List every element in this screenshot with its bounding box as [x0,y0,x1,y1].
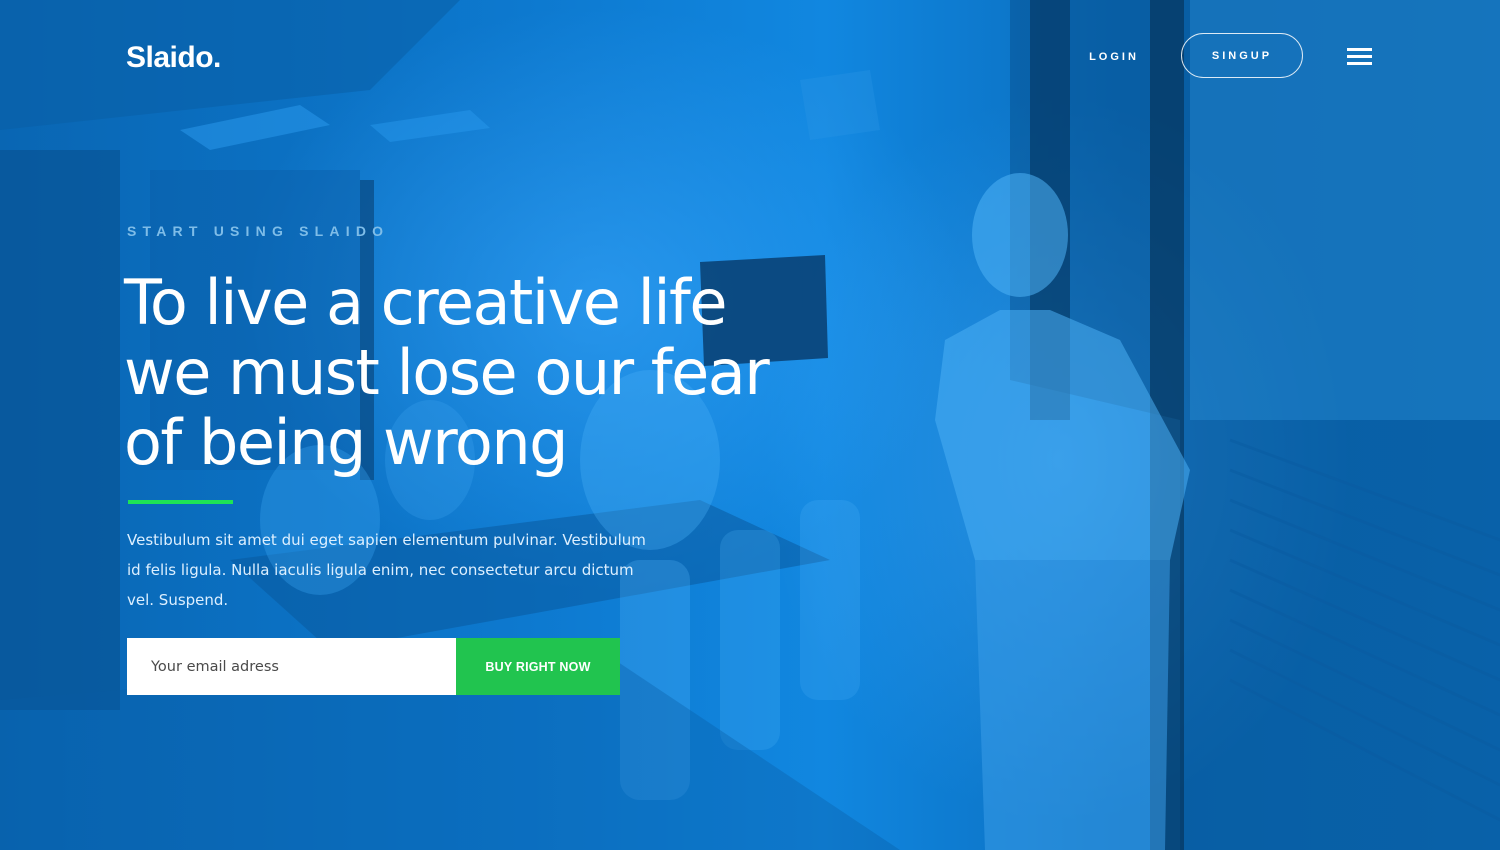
hamburger-menu-icon[interactable] [1347,46,1373,68]
headline-line: of being wrong [124,406,568,479]
hero-intro-text: Vestibulum sit amet dui eget sapien elem… [127,531,646,609]
signup-button[interactable]: SINGUP [1181,33,1303,78]
buy-right-now-button[interactable]: BUY RIGHT NOW [456,638,620,695]
login-link[interactable]: LOGIN [1072,47,1156,67]
headline-line: To live a creative life [124,266,728,339]
hero-headline: To live a creative life we must lose our… [124,268,884,478]
headline-line: we must lose our fear [124,336,770,409]
brand-logo[interactable]: Slaido. [126,40,221,76]
menu-bar [1347,62,1372,65]
menu-bar [1347,48,1372,51]
email-input[interactable] [127,638,456,695]
menu-bar [1347,55,1372,58]
accent-divider [128,500,233,504]
email-signup-form: BUY RIGHT NOW [127,638,620,695]
hero-eyebrow: START USING SLAIDO [127,223,390,239]
site-header: Slaido. LOGIN SINGUP [0,0,1500,115]
